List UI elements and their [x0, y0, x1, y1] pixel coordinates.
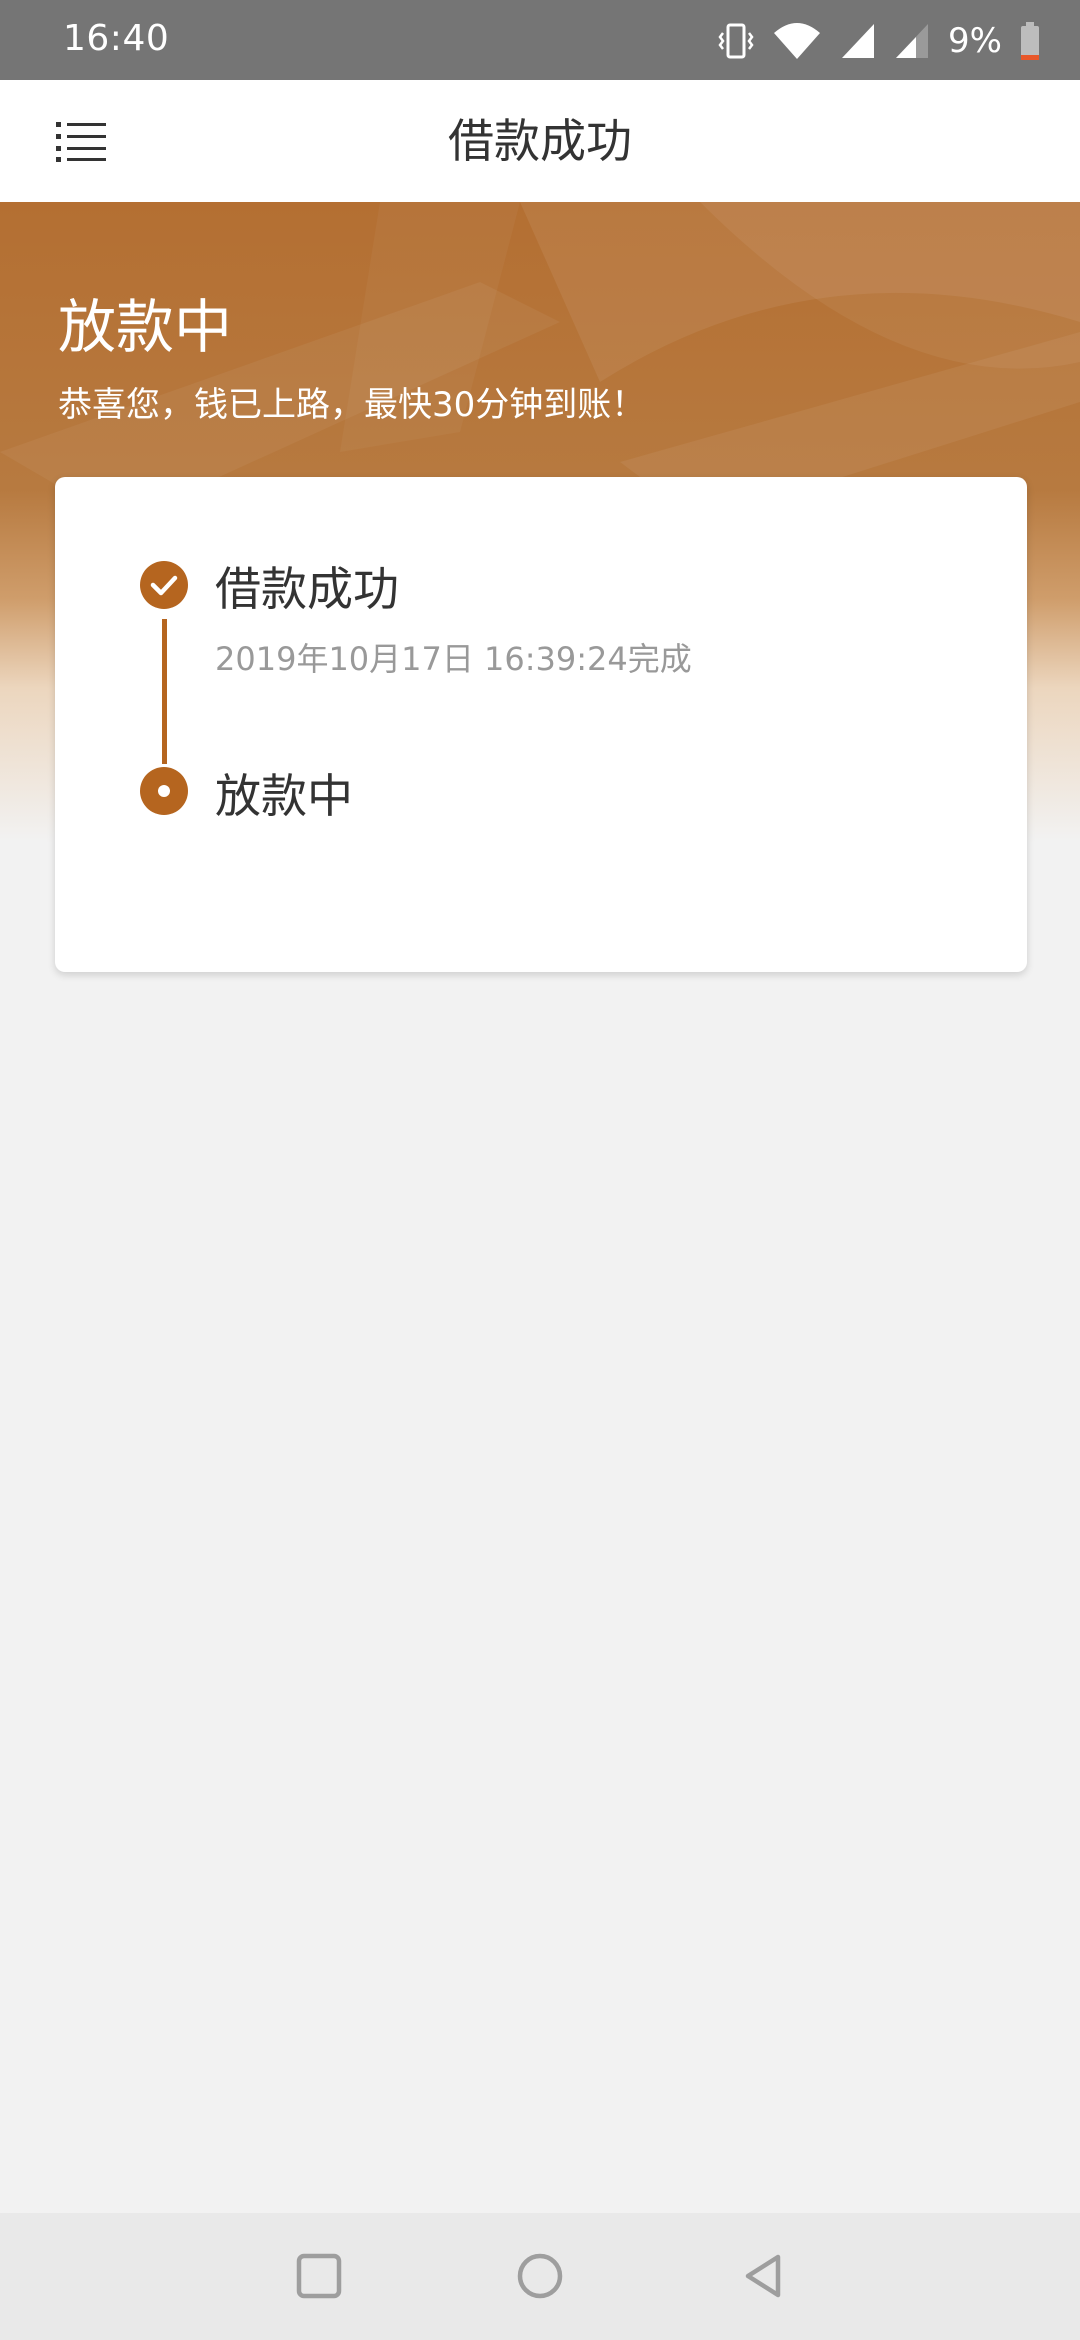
page-title: 借款成功: [448, 114, 632, 168]
status-bar: 16:40 9%: [0, 0, 1080, 80]
recents-square-icon[interactable]: [294, 2251, 344, 2301]
app-header: 借款成功: [0, 80, 1080, 202]
status-time: 16:40: [63, 18, 170, 59]
signal-icon-2: [896, 24, 929, 58]
hero-subtitle: 恭喜您，钱已上路，最快30分钟到账！: [58, 385, 646, 425]
dot-circle-icon: [140, 767, 188, 815]
timeline-connector: [162, 619, 167, 764]
battery-icon: [1021, 22, 1039, 60]
status-icons: 9%: [718, 18, 1040, 64]
step-title-loan-success: 借款成功: [215, 562, 399, 616]
check-circle-icon: [140, 561, 188, 609]
vibrate-icon: [718, 23, 754, 59]
system-nav-bar: [0, 2213, 1080, 2340]
battery-percent: 9%: [948, 21, 1002, 61]
step-title-disbursing: 放款中: [215, 769, 353, 823]
step-time-loan-success: 2019年10月17日 16:39:24完成: [215, 640, 692, 678]
signal-icon: [842, 24, 875, 58]
back-triangle-icon[interactable]: [738, 2251, 788, 2301]
home-circle-icon[interactable]: [515, 2251, 565, 2301]
loan-status-card: 借款成功 2019年10月17日 16:39:24完成 放款中: [55, 477, 1027, 972]
hero-title: 放款中: [58, 293, 233, 361]
wifi-icon: [774, 23, 821, 59]
